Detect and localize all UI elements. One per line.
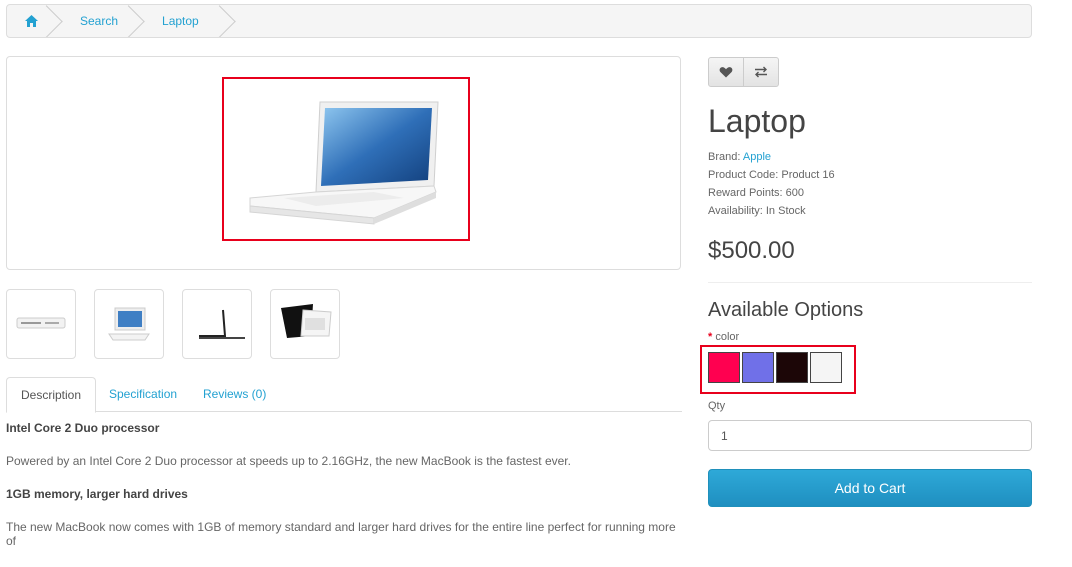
product-code: Product Code: Product 16 [708,169,835,181]
qty-input[interactable] [708,420,1032,451]
add-to-cart-button[interactable]: Add to Cart [708,469,1032,507]
brand-link[interactable]: Apple [743,151,771,163]
heart-icon [719,67,733,78]
qty-label: Qty [708,400,726,412]
tab-reviews[interactable]: Reviews (0) [189,377,280,412]
thumbnail-image [281,304,332,338]
thumbnail-image [16,317,66,329]
breadcrumb-search[interactable]: Search [62,5,144,37]
thumbnail-2[interactable] [94,289,164,359]
image-highlight-box [222,77,470,241]
breadcrumb-laptop[interactable]: Laptop [144,5,225,37]
breadcrumb-home[interactable] [7,5,62,37]
description-heading: Intel Core 2 Duo processor [6,421,160,435]
thumbnail-4[interactable] [270,289,340,359]
brand-label: Brand: [708,151,741,163]
brand-row: Brand: Apple [708,148,835,166]
home-icon [25,15,38,27]
wishlist-button[interactable] [709,58,743,86]
description-paragraph: The new MacBook now comes with 1GB of me… [6,520,676,548]
thumbnail-image [199,309,245,339]
swatch-highlight-box [700,345,856,394]
product-info-list: Brand: Apple Product Code: Product 16 Re… [708,148,835,220]
description-heading: 1GB memory, larger hard drives [6,487,188,501]
product-price: $500.00 [708,237,795,264]
reward-points: Reward Points: 600 [708,187,804,199]
thumbnail-3[interactable] [182,289,252,359]
color-label: * color [708,331,739,343]
description-paragraph: Powered by an Intel Core 2 Duo processor… [6,454,571,468]
tab-description[interactable]: Description [6,377,97,413]
product-title: Laptop [708,103,806,139]
compare-button[interactable] [743,58,778,86]
thumbnail-image [108,307,150,341]
product-action-buttons [708,57,779,87]
required-mark: * [708,331,713,343]
thumbnail-1[interactable] [6,289,76,359]
availability: Availability: In Stock [708,205,806,217]
available-options-title: Available Options [708,299,864,321]
divider [708,282,1032,283]
product-tabs: Description Specification Reviews (0) [6,377,682,413]
tab-specification[interactable]: Specification [95,377,191,412]
color-label-text: color [715,331,740,343]
compare-icon [755,66,767,78]
description-content: Intel Core 2 Duo processor Powered by an… [6,421,682,567]
breadcrumb: Search Laptop [6,4,1032,38]
